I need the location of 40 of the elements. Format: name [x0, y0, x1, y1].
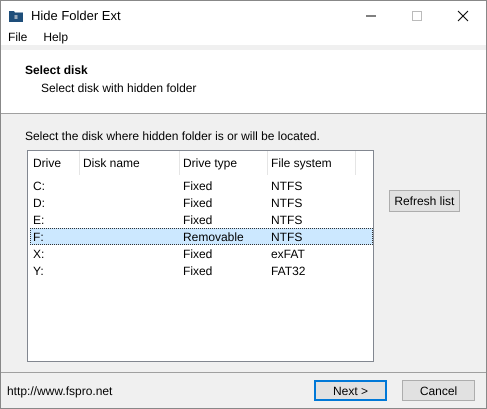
table-cell: Y:	[33, 264, 44, 278]
column-header[interactable]: File system	[268, 151, 356, 175]
table-row[interactable]: C: Fixed NTFS	[30, 177, 373, 194]
column-header[interactable]: Disk name	[80, 151, 180, 175]
table-cell: NTFS	[271, 212, 302, 226]
table-cell: Fixed	[183, 196, 212, 210]
table-cell: NTFS	[271, 230, 302, 244]
table-row[interactable]: X: Fixed exFAT	[30, 245, 373, 262]
step-subtitle: Select disk with hidden folder	[40, 80, 198, 96]
table-cell: Fixed	[183, 212, 212, 226]
table-cell: C:	[33, 178, 45, 192]
table-cell: Removable	[183, 230, 244, 244]
table-cell: exFAT	[271, 246, 305, 260]
table-cell: NTFS	[271, 178, 302, 192]
website-link[interactable]: http://www.fspro.net	[7, 382, 112, 400]
table-row[interactable]: Y: Fixed FAT32	[30, 262, 373, 279]
table-cell: Fixed	[183, 246, 212, 260]
table-cell: E:	[33, 212, 44, 226]
folder-icon	[9, 10, 23, 22]
table-cell: Fixed	[183, 264, 212, 278]
column-header[interactable]: Drive	[30, 151, 80, 175]
instruction-text: Select the disk where hidden folder is or will be located.	[25, 128, 321, 144]
menu-item[interactable]: Help	[35, 31, 76, 43]
dialog-button[interactable]: Next >	[314, 380, 387, 401]
table-cell: X:	[33, 246, 44, 260]
table-cell: D:	[33, 196, 45, 210]
dialog-button[interactable]: Cancel	[402, 380, 475, 401]
table-row[interactable]: D: Fixed NTFS	[30, 194, 373, 211]
table-row[interactable]: F: Removable NTFS	[30, 228, 373, 245]
step-title: Select disk	[25, 62, 89, 78]
table-cell: Fixed	[183, 178, 212, 192]
drive-list[interactable]: Drive Disk name Drive type File system C: Fixed NTFS D: Fixed NTFS E: Fixed NTFS F: Removable NTFS X: Fixed exFAT Y: Fixed FAT32	[27, 150, 374, 362]
column-header[interactable]: Drive type	[180, 151, 268, 175]
menu-item[interactable]: File	[1, 31, 36, 43]
refresh-button[interactable]: Refresh list	[388, 190, 460, 212]
window-title: Hide Folder Ext	[31, 7, 121, 26]
table-cell: FAT32	[271, 264, 306, 278]
table-cell: NTFS	[271, 196, 302, 210]
table-cell: F:	[33, 230, 44, 244]
table-row[interactable]: E: Fixed NTFS	[30, 211, 373, 228]
